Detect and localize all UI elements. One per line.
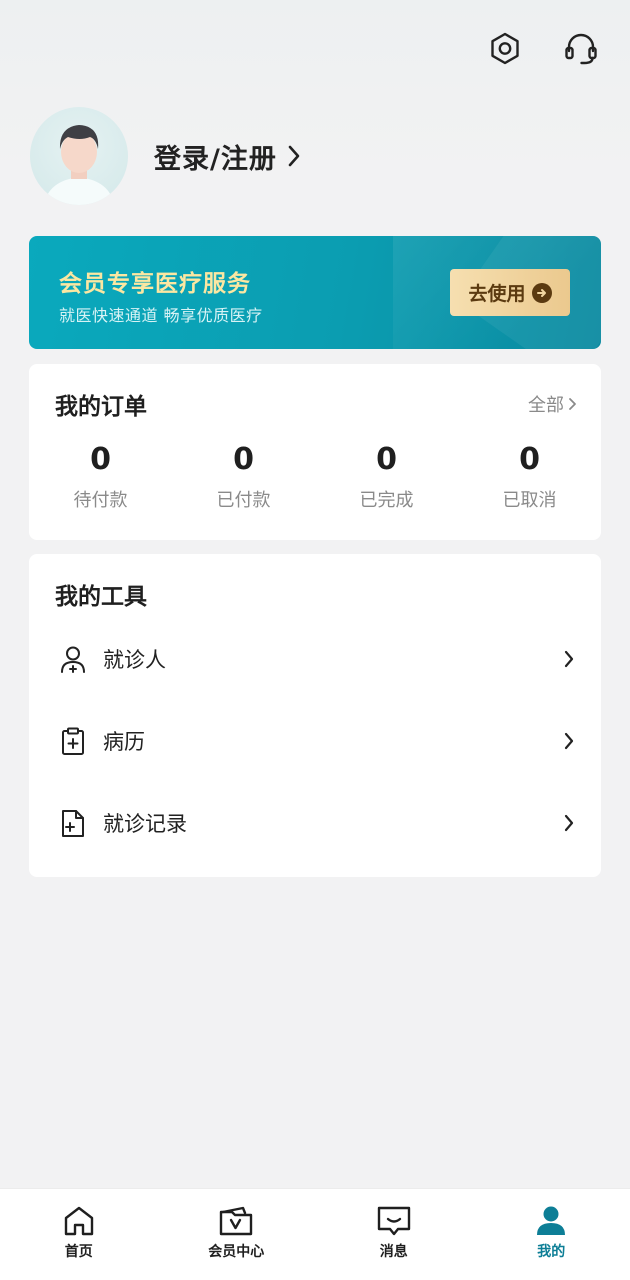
chevron-right-icon — [564, 732, 574, 750]
profile-icon — [537, 1206, 566, 1235]
order-status-label: 已取消 — [502, 490, 557, 511]
orders-title: 我的订单 — [55, 394, 147, 420]
order-status-label: 已付款 — [216, 490, 271, 511]
order-count: 0 — [90, 442, 111, 477]
header-actions — [486, 30, 600, 68]
use-now-label: 去使用 — [468, 283, 526, 305]
bottom-tab-bar: 首页 会员中心 消息 我的 — [0, 1188, 630, 1280]
settings-icon[interactable] — [486, 30, 524, 68]
tab-label: 会员中心 — [208, 1244, 265, 1260]
medical-record-icon — [57, 725, 89, 757]
order-status-label: 已完成 — [359, 490, 414, 511]
order-stat-pending-payment[interactable]: 0 待付款 — [29, 442, 172, 512]
arrow-right-circle-icon — [531, 282, 552, 303]
profile-section: 登录/注册 — [30, 107, 301, 205]
tab-label: 我的 — [537, 1244, 566, 1260]
tool-item-patients[interactable]: 就诊人 — [29, 618, 601, 700]
order-stat-cancelled[interactable]: 0 已取消 — [458, 442, 601, 512]
order-status-label: 待付款 — [73, 490, 128, 511]
login-register-link[interactable]: 登录/注册 — [154, 137, 301, 176]
order-count: 0 — [233, 442, 254, 477]
chevron-right-icon — [564, 814, 574, 832]
banner-title: 会员专享医疗服务 — [59, 271, 251, 297]
tool-label: 就诊记录 — [103, 812, 187, 836]
chevron-right-icon — [564, 650, 574, 668]
my-orders-card: 我的订单 全部 0 待付款 0 已付款 0 已完成 0 已取消 — [29, 364, 601, 540]
message-icon — [377, 1206, 410, 1236]
tool-label: 就诊人 — [103, 648, 166, 672]
visit-record-icon — [57, 807, 89, 839]
order-stat-paid[interactable]: 0 已付款 — [172, 442, 315, 512]
home-icon — [64, 1206, 93, 1236]
all-orders-link[interactable]: 全部 — [528, 391, 577, 417]
tab-member-center[interactable]: 会员中心 — [158, 1189, 316, 1280]
tool-label: 病历 — [103, 730, 145, 754]
tools-title: 我的工具 — [55, 584, 147, 610]
patient-icon — [57, 643, 89, 675]
tab-messages[interactable]: 消息 — [315, 1189, 473, 1280]
order-count: 0 — [376, 442, 397, 477]
chevron-right-icon — [569, 398, 576, 410]
customer-service-icon[interactable] — [562, 30, 600, 68]
member-center-icon — [220, 1206, 253, 1236]
my-tools-card: 我的工具 就诊人 病历 就诊记录 — [29, 554, 601, 877]
tool-list: 就诊人 病历 就诊记录 — [29, 618, 601, 864]
use-now-button[interactable]: 去使用 — [450, 269, 570, 316]
tab-home[interactable]: 首页 — [0, 1189, 158, 1280]
tab-label: 首页 — [64, 1244, 93, 1260]
tool-item-visit-records[interactable]: 就诊记录 — [29, 782, 601, 864]
tab-label: 消息 — [379, 1244, 408, 1260]
chevron-right-icon — [288, 145, 300, 167]
banner-subtitle: 就医快速通道 畅享优质医疗 — [59, 306, 263, 325]
order-count: 0 — [519, 442, 540, 477]
order-stats: 0 待付款 0 已付款 0 已完成 0 已取消 — [29, 442, 601, 512]
login-register-label: 登录/注册 — [154, 143, 277, 175]
membership-banner[interactable]: 会员专享医疗服务 就医快速通道 畅享优质医疗 去使用 — [29, 236, 601, 349]
all-orders-label: 全部 — [528, 395, 564, 416]
order-stat-completed[interactable]: 0 已完成 — [315, 442, 458, 512]
tool-item-medical-records[interactable]: 病历 — [29, 700, 601, 782]
tab-mine[interactable]: 我的 — [473, 1189, 630, 1280]
avatar[interactable] — [30, 107, 128, 205]
